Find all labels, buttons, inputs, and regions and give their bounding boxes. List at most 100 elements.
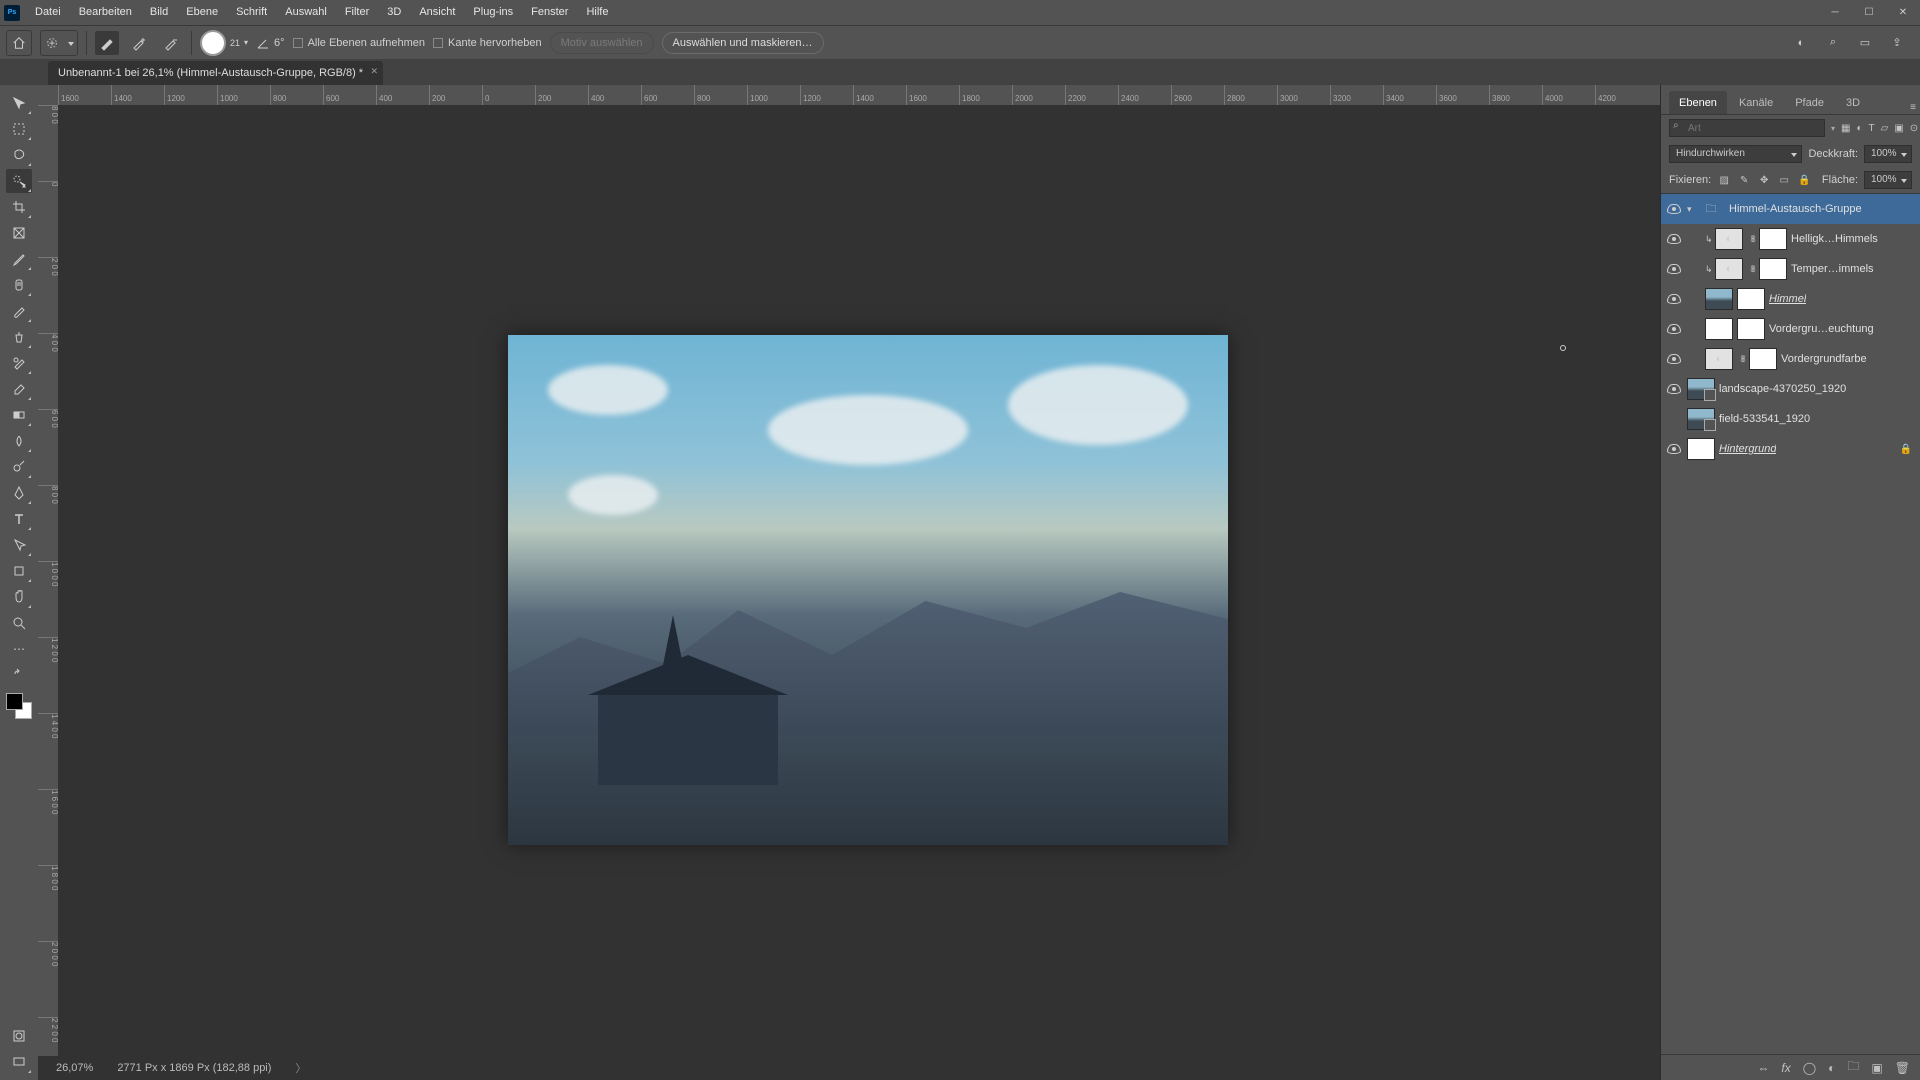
cloud-docs-icon[interactable]: ◐ xyxy=(1792,34,1810,52)
tool-dodge[interactable] xyxy=(6,455,32,479)
tool-marquee[interactable] xyxy=(6,117,32,141)
layer-name[interactable]: Vordergru…euchtung xyxy=(1769,323,1874,335)
new-adjustment-icon[interactable]: ◐ xyxy=(1828,1061,1835,1075)
minimize-button[interactable]: ─ xyxy=(1818,0,1852,25)
vertical-ruler[interactable]: 8 0 002 0 04 0 06 0 08 0 01 0 0 01 2 0 0… xyxy=(38,105,58,1056)
maximize-button[interactable]: ☐ xyxy=(1852,0,1886,25)
link-icon[interactable]: 𝟠 xyxy=(1747,264,1759,275)
tool-edit-toolbar[interactable]: ⋯ xyxy=(6,637,32,661)
layer-thumb[interactable] xyxy=(1687,438,1715,460)
visibility-toggle[interactable] xyxy=(1661,234,1687,244)
btn-select-and-mask[interactable]: Auswählen und maskieren… xyxy=(662,32,824,54)
canvas-viewport[interactable] xyxy=(58,105,1660,1056)
close-icon[interactable]: ✕ xyxy=(371,66,379,77)
link-layers-icon[interactable]: ⇔ xyxy=(1757,1061,1769,1075)
layer-name[interactable]: Hintergrund xyxy=(1719,443,1776,455)
lock-artboard-icon[interactable]: ▭ xyxy=(1777,173,1791,187)
opacity-input[interactable]: 100% xyxy=(1864,145,1912,163)
mask-thumb[interactable] xyxy=(1759,228,1787,250)
layer-name[interactable]: Helligk…Himmels xyxy=(1791,233,1878,245)
layer-row[interactable]: ▾🗀Himmel-Austausch-Gruppe xyxy=(1661,194,1920,224)
brush-angle[interactable]: 6° xyxy=(256,36,285,50)
tool-history-brush[interactable] xyxy=(6,351,32,375)
blend-mode-dropdown[interactable]: Hindurchwirken xyxy=(1669,145,1802,163)
screen-mode-toggle[interactable] xyxy=(6,1050,32,1074)
menu-plugins[interactable]: Plug-ins xyxy=(464,0,522,25)
workspace-icon[interactable]: ▭ xyxy=(1856,34,1874,52)
color-swatches[interactable] xyxy=(6,693,32,719)
share-icon[interactable]: ⇪ xyxy=(1888,34,1906,52)
layer-thumb[interactable] xyxy=(1705,288,1733,310)
mask-thumb[interactable] xyxy=(1737,288,1765,310)
menu-ansicht[interactable]: Ansicht xyxy=(410,0,464,25)
visibility-toggle[interactable] xyxy=(1661,204,1687,214)
link-icon[interactable]: 𝟠 xyxy=(1747,234,1759,245)
status-zoom[interactable]: 26,07% xyxy=(56,1062,93,1074)
layer-row[interactable]: ↳◐𝟠Temper…immels xyxy=(1661,254,1920,284)
tool-shape[interactable] xyxy=(6,559,32,583)
filter-toggle[interactable]: ⊙ xyxy=(1910,121,1918,135)
visibility-toggle[interactable] xyxy=(1661,444,1687,454)
tool-preset-picker[interactable] xyxy=(40,30,78,56)
layer-row[interactable]: field-533541_1920 xyxy=(1661,404,1920,434)
tool-move[interactable] xyxy=(6,91,32,115)
filter-pixel-icon[interactable]: ▦ xyxy=(1841,121,1850,135)
mode-subtract-selection[interactable] xyxy=(159,31,183,55)
tool-crop[interactable] xyxy=(6,195,32,219)
adjustment-thumb[interactable]: ◐ xyxy=(1715,228,1743,250)
layer-row[interactable]: ↳◐𝟠Helligk…Himmels xyxy=(1661,224,1920,254)
mode-add-selection[interactable] xyxy=(127,31,151,55)
visibility-toggle[interactable] xyxy=(1661,264,1687,274)
menu-3d[interactable]: 3D xyxy=(378,0,410,25)
menu-bild[interactable]: Bild xyxy=(141,0,177,25)
tool-pen[interactable] xyxy=(6,481,32,505)
layer-name[interactable]: Temper…immels xyxy=(1791,263,1874,275)
layer-name[interactable]: Vordergrundfarbe xyxy=(1781,353,1867,365)
link-icon[interactable]: 𝟠 xyxy=(1737,354,1749,365)
lock-all-icon[interactable]: 🔒 xyxy=(1797,173,1811,187)
layer-row[interactable]: Hintergrund🔒 xyxy=(1661,434,1920,464)
visibility-toggle[interactable] xyxy=(1661,324,1687,334)
tool-eraser[interactable] xyxy=(6,377,32,401)
delete-layer-icon[interactable]: 🗑 xyxy=(1895,1061,1910,1075)
adjustment-thumb[interactable]: ◐ xyxy=(1715,258,1743,280)
layer-name[interactable]: landscape-4370250_1920 xyxy=(1719,383,1846,395)
adjustment-thumb[interactable]: ◐ xyxy=(1705,348,1733,370)
tool-quick-select[interactable] xyxy=(6,169,32,193)
tool-brush[interactable] xyxy=(6,299,32,323)
document-tab-active[interactable]: Unbenannt-1 bei 26,1% (Himmel-Austausch-… xyxy=(48,61,383,85)
panel-menu-icon[interactable]: ≡ xyxy=(1906,100,1920,114)
tab-ebenen[interactable]: Ebenen xyxy=(1669,91,1727,114)
add-mask-icon[interactable]: ◯ xyxy=(1803,1061,1816,1075)
layer-name[interactable]: Himmel xyxy=(1769,293,1806,305)
smartobject-thumb[interactable] xyxy=(1687,378,1715,400)
menu-schrift[interactable]: Schrift xyxy=(227,0,276,25)
lock-position-icon[interactable]: ✥ xyxy=(1757,173,1771,187)
filter-shape-icon[interactable]: ▱ xyxy=(1881,121,1889,135)
tool-clone[interactable] xyxy=(6,325,32,349)
menu-ebene[interactable]: Ebene xyxy=(177,0,227,25)
mask-thumb[interactable] xyxy=(1737,318,1765,340)
status-chevron-icon[interactable]: 〉 xyxy=(295,1060,306,1076)
menu-fenster[interactable]: Fenster xyxy=(522,0,577,25)
menu-filter[interactable]: Filter xyxy=(336,0,378,25)
layer-fx-icon[interactable]: fx xyxy=(1781,1061,1790,1075)
menu-bearbeiten[interactable]: Bearbeiten xyxy=(70,0,141,25)
lock-transparent-icon[interactable]: ▨ xyxy=(1717,173,1731,187)
filter-type-icon[interactable]: T xyxy=(1869,121,1875,135)
tool-healing[interactable] xyxy=(6,273,32,297)
tab-kanaele[interactable]: Kanäle xyxy=(1729,91,1783,114)
layer-name[interactable]: Himmel-Austausch-Gruppe xyxy=(1729,203,1862,215)
layer-thumb[interactable] xyxy=(1705,318,1733,340)
tool-zoom[interactable] xyxy=(6,611,32,635)
status-docinfo[interactable]: 2771 Px x 1869 Px (182,88 ppi) xyxy=(117,1062,271,1074)
tool-hand[interactable] xyxy=(6,585,32,609)
chevron-down-icon[interactable]: ▾ xyxy=(1687,204,1697,215)
tool-type[interactable] xyxy=(6,507,32,531)
tool-gradient[interactable] xyxy=(6,403,32,427)
chk-enhance-edge[interactable]: Kante hervorheben xyxy=(433,37,542,49)
mask-thumb[interactable] xyxy=(1759,258,1787,280)
visibility-toggle[interactable] xyxy=(1661,354,1687,364)
new-layer-icon[interactable]: ▣ xyxy=(1871,1061,1882,1075)
ruler-origin[interactable] xyxy=(38,85,58,105)
